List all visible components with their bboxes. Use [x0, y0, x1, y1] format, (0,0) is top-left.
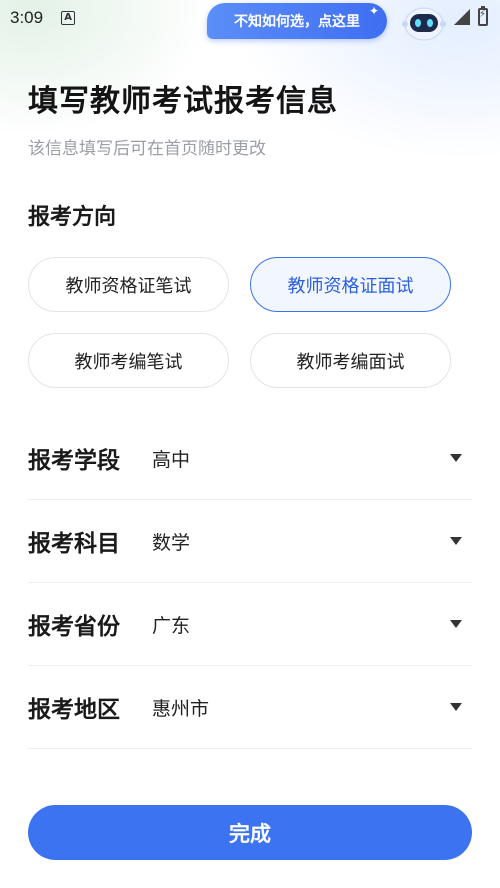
- page-title: 填写教师考试报考信息: [28, 84, 338, 119]
- field-row-stage[interactable]: 报考学段 高中: [28, 417, 472, 500]
- robot-assistant-icon[interactable]: [402, 2, 446, 42]
- battery-charging-icon: [478, 6, 488, 26]
- status-time: 3:09: [10, 8, 44, 27]
- notification-a-icon: A: [61, 11, 76, 25]
- option-chip-hire-written[interactable]: 教师考编笔试: [28, 333, 229, 388]
- done-button[interactable]: 完成: [28, 805, 472, 860]
- field-value: 数学: [152, 531, 191, 554]
- option-chip-hire-interview[interactable]: 教师考编面试: [250, 333, 451, 388]
- help-bubble-button[interactable]: 不知如何选，点这里 ✦: [207, 3, 387, 39]
- field-label: 报考地区: [28, 697, 120, 723]
- dropdown-arrow-icon[interactable]: [450, 454, 462, 462]
- field-value: 高中: [152, 448, 191, 471]
- option-chip-cert-written[interactable]: 教师资格证笔试: [28, 257, 229, 312]
- direction-heading: 报考方向: [28, 205, 117, 230]
- signal-icon: [454, 9, 470, 25]
- field-row-region[interactable]: 报考地区 惠州市: [28, 666, 472, 749]
- field-label: 报考科目: [28, 531, 120, 557]
- sparkle-icon: ✦: [368, 4, 379, 18]
- field-row-subject[interactable]: 报考科目 数学: [28, 500, 472, 583]
- field-row-province[interactable]: 报考省份 广东: [28, 583, 472, 666]
- dropdown-arrow-icon[interactable]: [450, 537, 462, 545]
- field-value: 惠州市: [152, 697, 210, 720]
- field-value: 广东: [152, 614, 191, 637]
- dropdown-arrow-icon[interactable]: [450, 703, 462, 711]
- option-chip-cert-interview[interactable]: 教师资格证面试: [250, 257, 451, 312]
- field-label: 报考省份: [28, 614, 120, 640]
- help-bubble-text: 不知如何选，点这里: [234, 14, 360, 30]
- field-label: 报考学段: [28, 448, 120, 474]
- page-subtitle: 该信息填写后可在首页随时更改: [28, 139, 266, 159]
- status-indicators: [454, 6, 488, 26]
- dropdown-arrow-icon[interactable]: [450, 620, 462, 628]
